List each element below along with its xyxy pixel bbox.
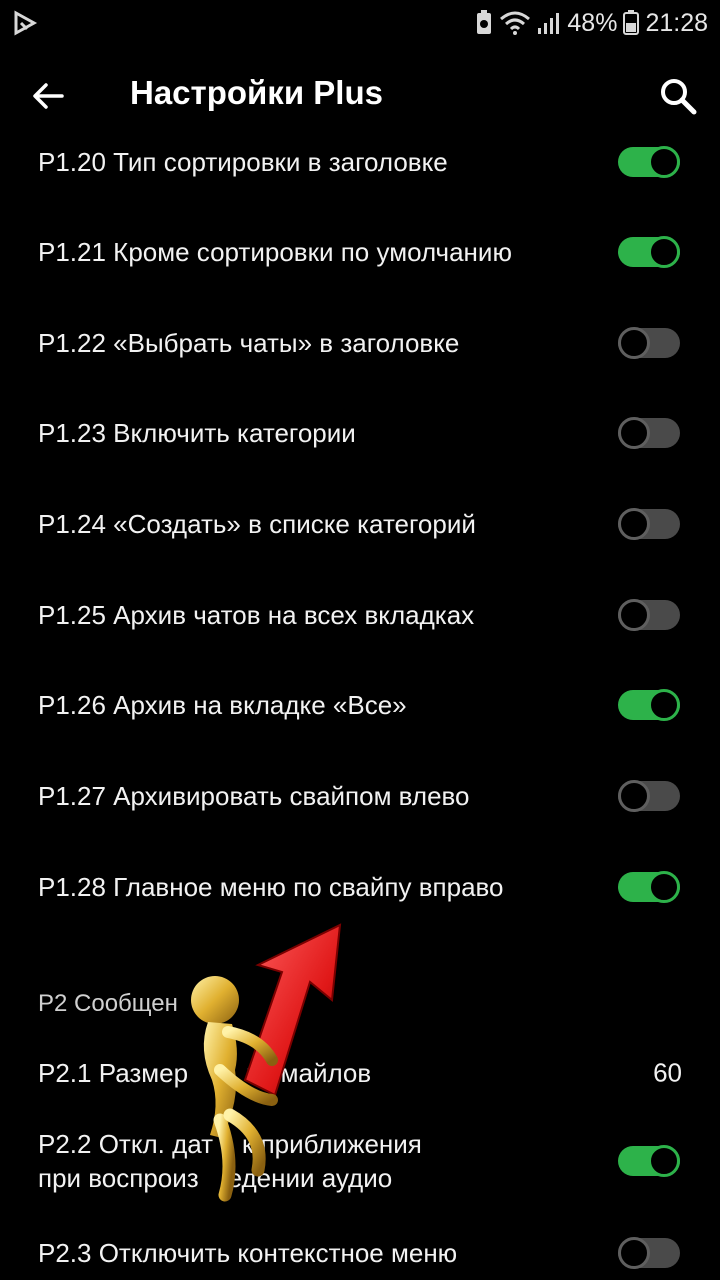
toggle-switch[interactable]: [618, 327, 680, 359]
setting-label: P1.27 Архивировать свайпом влево: [38, 781, 470, 811]
toggle-switch[interactable]: [618, 599, 680, 631]
setting-row-p1-21[interactable]: P1.21 Кроме сортировки по умолчанию: [0, 207, 720, 297]
status-bar: 48% 21:28: [0, 0, 720, 46]
mascot-with-arrow-icon: [191, 923, 342, 1202]
battery-saver-icon: [477, 10, 492, 34]
clock: 21:28: [645, 8, 708, 37]
toggle-switch[interactable]: [618, 236, 680, 268]
battery-icon: [623, 10, 640, 35]
setting-value: 60: [653, 1057, 682, 1088]
setting-row-p1-28[interactable]: P1.28 Главное меню по свайпу вправо: [0, 842, 720, 932]
search-icon[interactable]: [656, 74, 700, 118]
setting-label: P1.25 Архив чатов на всех вкладках: [38, 600, 475, 630]
toggle-switch[interactable]: [618, 417, 680, 449]
setting-row-p1-25[interactable]: P1.25 Архив чатов на всех вкладках: [0, 570, 720, 660]
wifi-icon: [500, 11, 531, 35]
setting-row-p1-20[interactable]: P1.20 Тип сортировки в заголовке: [0, 117, 720, 207]
signal-icon: [538, 13, 560, 34]
toggle-switch[interactable]: [618, 508, 680, 540]
setting-label: P1.22 «Выбрать чаты» в заголовке: [38, 328, 460, 358]
setting-label: P1.26 Архив на вкладке «Все»: [38, 690, 407, 720]
setting-label: P1.23 Включить категории: [38, 418, 356, 448]
section-header: P2 Сообщен: [38, 990, 178, 1017]
toggle-switch[interactable]: [618, 146, 680, 178]
battery-percent: 48%: [567, 8, 618, 37]
setting-row-p2-3[interactable]: P2.3 Отключить контекстное меню: [0, 1208, 720, 1280]
toggle-switch[interactable]: [618, 871, 680, 903]
setting-row-p1-22[interactable]: P1.22 «Выбрать чаты» в заголовке: [0, 298, 720, 388]
notification-play-icon: [14, 10, 38, 36]
setting-row-p2-1[interactable]: P2.1 Размер и смайлов 60: [0, 1028, 720, 1118]
setting-label: P1.24 «Создать» в списке категорий: [38, 509, 476, 539]
toggle-switch[interactable]: [618, 780, 680, 812]
setting-label: P1.21 Кроме сортировки по умолчанию: [38, 237, 512, 267]
setting-row-p1-23[interactable]: P1.23 Включить категории: [0, 388, 720, 478]
setting-row-p1-24[interactable]: P1.24 «Создать» в списке категорий: [0, 479, 720, 569]
arrow-back-icon[interactable]: [26, 74, 70, 118]
page-title: Настройки Plus: [130, 74, 383, 111]
setting-label: P2.3 Отключить контекстное меню: [38, 1238, 458, 1268]
setting-row-p2-2[interactable]: P2.2 Откл. дат к приближения при воспрои…: [0, 1116, 720, 1206]
setting-label: P1.28 Главное меню по свайпу вправо: [38, 872, 504, 902]
toggle-switch[interactable]: [618, 689, 680, 721]
setting-row-p1-26[interactable]: P1.26 Архив на вкладке «Все»: [0, 660, 720, 750]
toggle-switch[interactable]: [618, 1145, 680, 1177]
setting-label: P1.20 Тип сортировки в заголовке: [38, 147, 448, 177]
toggle-switch[interactable]: [618, 1237, 680, 1269]
setting-row-p1-27[interactable]: P1.27 Архивировать свайпом влево: [0, 751, 720, 841]
